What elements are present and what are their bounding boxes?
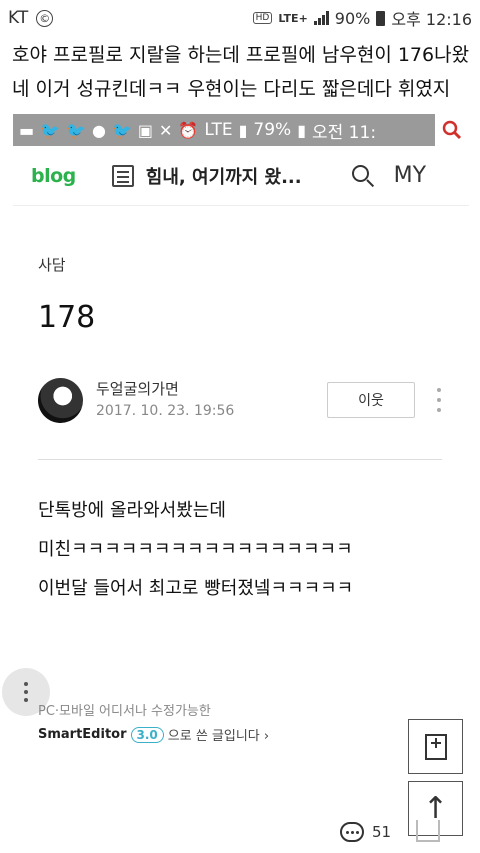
author-name[interactable]: 두얼굴의가면 (96, 378, 179, 399)
screen: KT © HD LTE+ 90% 오후 12:16 호야 프로필로 지랄을 하는… (0, 0, 480, 853)
search-icon[interactable] (351, 164, 374, 187)
battery-icon: ▮ (297, 120, 306, 140)
twitter-icon: 🐦 (111, 120, 132, 140)
post-date: 2017. 10. 23. 19:56 (96, 403, 235, 419)
avatar[interactable] (38, 378, 83, 423)
post-title: 178 (38, 300, 96, 335)
inner-network: LTE (204, 120, 233, 140)
caption-line: 네 이거 성규킨데ㅋㅋ 우현이는 다리도 짧은데다 휘였지 (12, 78, 451, 100)
smarteditor-brand: SmartEditor (38, 727, 127, 742)
battery-icon (376, 10, 386, 26)
blog-header: blog 힘내, 여기까지 왔... MY (13, 146, 469, 206)
talk-icon: ● (91, 120, 106, 140)
divider (38, 459, 442, 460)
smarteditor-version: 3.0 (130, 726, 164, 743)
bookmark-button[interactable] (408, 719, 463, 774)
list-icon[interactable] (111, 164, 134, 187)
signal-icon: ▮ (238, 120, 248, 140)
alarm-icon: ⏰ (178, 120, 199, 140)
signal-icon (313, 11, 329, 25)
mute-icon: ✕ (158, 120, 173, 140)
editor-note: PC·모바일 어디서나 수정가능한 (38, 704, 211, 719)
search-button[interactable] (435, 114, 469, 146)
inner-battery: 79% (253, 120, 292, 140)
caption-line: 호야 프로필로 지랄을 하는데 프로필에 남우현이 176나왔 (12, 44, 470, 66)
post-body-line: 단톡방에 올라와서봤는데 (38, 500, 226, 521)
post-category[interactable]: 사담 (38, 254, 66, 275)
blog-logo[interactable]: blog (31, 165, 76, 187)
hd-voice-icon: HD (252, 12, 273, 24)
device-status-bar: KT © HD LTE+ 90% 오후 12:16 (0, 0, 480, 36)
copyright-icon: © (36, 9, 54, 27)
neighbor-button[interactable]: 이웃 (327, 382, 415, 418)
post-body-line: 이번달 들어서 최고로 빵터졌넼ㅋㅋㅋㅋㅋ (38, 578, 354, 599)
comment-button[interactable]: 51 (340, 822, 391, 842)
share-icon[interactable] (416, 820, 440, 842)
comment-icon (340, 822, 364, 842)
bookmark-icon (424, 733, 447, 760)
my-button[interactable]: MY (394, 163, 426, 188)
more-options-icon[interactable] (432, 388, 446, 412)
smarteditor-link[interactable]: SmartEditor 3.0 으로 쓴 글입니다 › (38, 725, 269, 744)
blog-title[interactable]: 힘내, 여기까지 왔... (146, 163, 302, 189)
comment-count: 51 (372, 823, 392, 841)
carrier-label: KT (8, 8, 29, 28)
smarteditor-suffix: 으로 쓴 글입니다 › (167, 729, 270, 744)
message-icon: ▬ (19, 120, 35, 140)
arrow-up-icon: ↑ (422, 790, 449, 826)
clock: 오후 12:16 (391, 10, 472, 29)
caption-text: 호야 프로필로 지랄을 하는데 프로필에 남우현이 176나왔 네 이거 성규킨… (12, 38, 474, 106)
battery-percent: 90% (334, 8, 371, 28)
image-icon: ▣ (137, 120, 153, 140)
inner-clock: 오전 11: (312, 122, 377, 143)
embedded-status-bar: ▬ 🐦 🐦 ● 🐦 ▣ ✕ ⏰ LTE ▮ 79% ▮ 오전 11: (13, 114, 469, 146)
search-icon (442, 120, 462, 140)
post-body-line: 미친ㅋㅋㅋㅋㅋㅋㅋㅋㅋㅋㅋㅋㅋㅋㅋㅋㅋ (38, 539, 353, 560)
twitter-icon: 🐦 (40, 120, 61, 140)
twitter-icon: 🐦 (66, 120, 86, 140)
lte-icon: LTE+ (278, 11, 308, 25)
